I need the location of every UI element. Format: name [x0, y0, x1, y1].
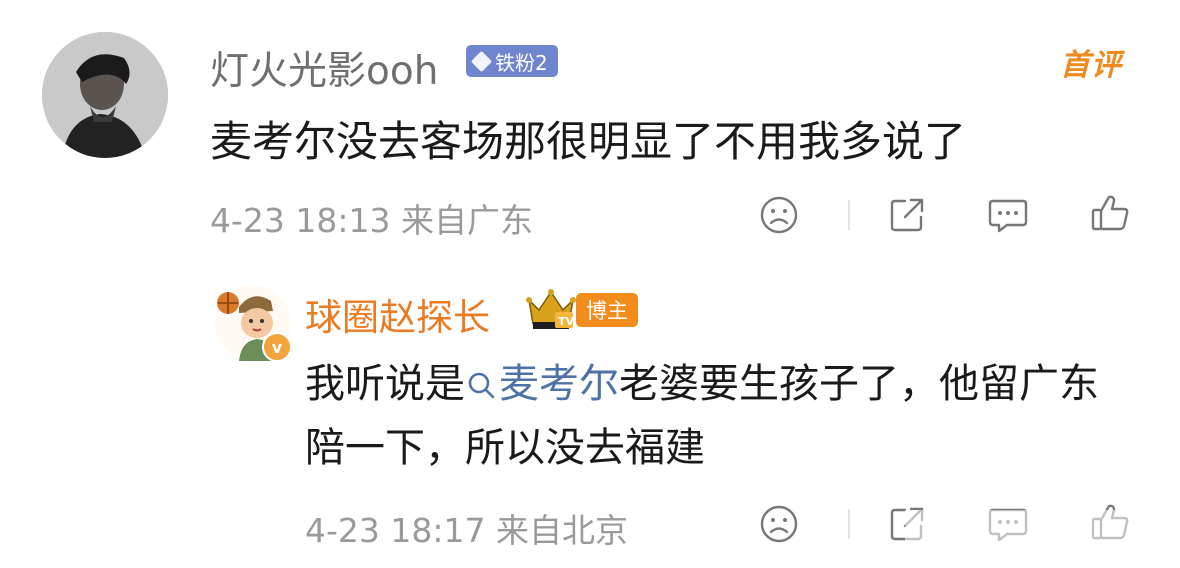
sad-face-icon[interactable]: [755, 500, 803, 548]
fan-level-label: 铁粉2: [495, 50, 548, 75]
blogger-badge: 博主: [576, 293, 638, 327]
person-photo-icon: [42, 32, 168, 158]
reply-meta: 4-23 18:17 来自北京: [305, 511, 628, 550]
first-comment-tag: 首评: [1060, 48, 1122, 83]
crown-icon: TV: [525, 286, 577, 336]
comment-text: 麦考尔没去客场那很明显了不用我多说了: [210, 117, 967, 166]
thumbs-up-icon[interactable]: [1086, 189, 1134, 237]
replier-username[interactable]: 球圈赵探长: [305, 287, 490, 341]
verified-badge: v: [262, 332, 292, 362]
action-divider: [848, 509, 850, 539]
search-icon: [468, 372, 495, 399]
commenter-avatar[interactable]: [42, 32, 168, 158]
reply-text: 我听说是 麦考尔老婆要生孩子了，他留广东陪一下，所以没去福建: [305, 352, 1125, 480]
share-icon[interactable]: [883, 191, 931, 239]
sad-face-icon[interactable]: [755, 191, 803, 239]
watermark-overlay: [905, 510, 1175, 558]
fan-level-badge[interactable]: 铁粉2: [466, 45, 558, 77]
action-divider: [848, 200, 850, 230]
mention-label: 麦考尔: [499, 361, 619, 407]
topic-mention-link[interactable]: 麦考尔: [465, 361, 619, 407]
diamond-icon: [470, 50, 493, 72]
svg-text:TV: TV: [558, 315, 575, 328]
commenter-username[interactable]: 灯火光影ooh: [210, 40, 438, 96]
reply-text-before: 我听说是: [305, 361, 465, 407]
comment-meta: 4-23 18:13 来自广东: [210, 201, 533, 240]
comment-icon[interactable]: [984, 191, 1032, 239]
